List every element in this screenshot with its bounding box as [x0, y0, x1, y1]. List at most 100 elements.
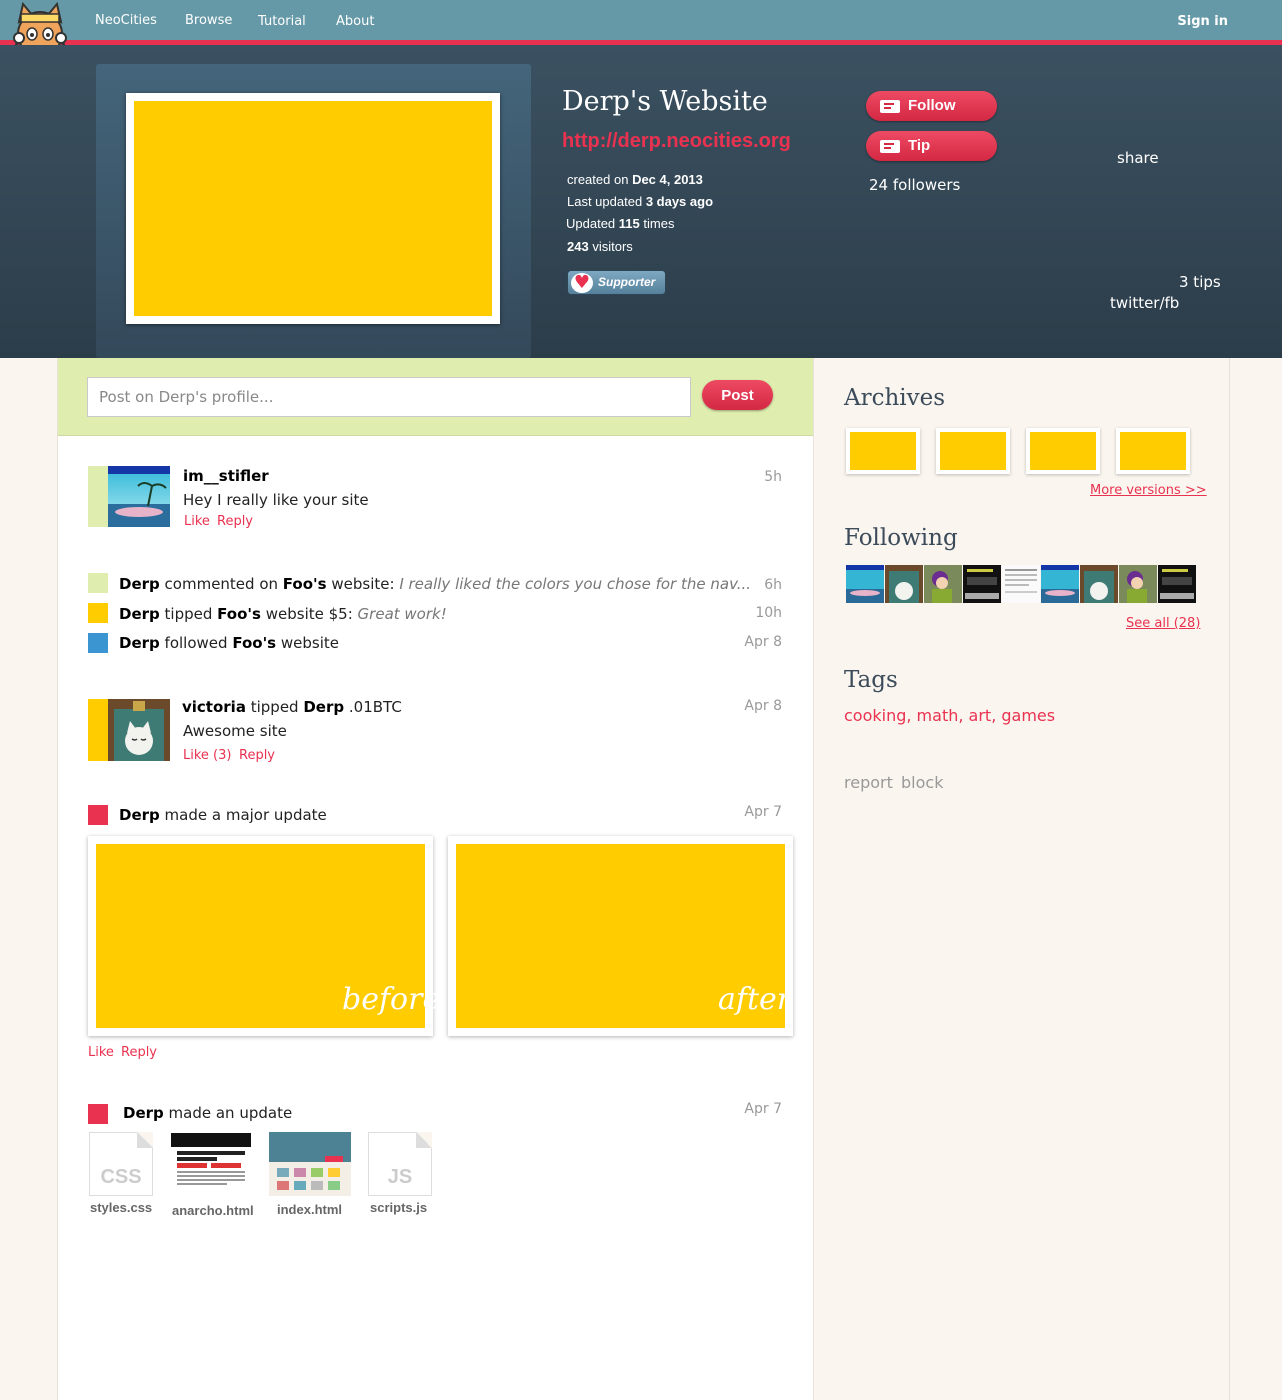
supporter-badge[interactable]: ♥ Supporter: [567, 270, 666, 295]
following-site-thumbnail[interactable]: [963, 565, 1001, 603]
tag-list[interactable]: cooking, math, art, games: [844, 706, 1055, 725]
following-heading: Following: [844, 525, 958, 551]
nav-link-browse[interactable]: Browse: [185, 13, 232, 28]
tips-count: 3 tips: [1179, 273, 1221, 291]
event-target[interactable]: Foo's: [217, 605, 261, 623]
tip-amount: .01BTC: [348, 698, 402, 716]
share-link[interactable]: share: [1117, 149, 1159, 167]
archive-thumbnail[interactable]: [1116, 428, 1190, 474]
file-fold: [416, 1132, 432, 1148]
stat-update-count-suffix: times: [643, 216, 675, 231]
archive-image: [850, 432, 916, 470]
stat-last-updated-label: Last updated: [567, 194, 643, 209]
social-share-links[interactable]: twitter/fb: [1110, 294, 1179, 312]
file-anarcho-html[interactable]: anarcho.html: [171, 1133, 254, 1223]
tip-color-strip: [88, 699, 108, 761]
stat-last-updated-value: 3 days ago: [645, 194, 714, 209]
nav-link-tutorial[interactable]: Tutorial: [258, 14, 306, 29]
stat-created-label: created on: [567, 172, 629, 187]
following-site-thumbnail[interactable]: [885, 565, 923, 603]
archive-thumbnail[interactable]: [846, 428, 920, 474]
update-text: Derp made an update: [123, 1104, 292, 1122]
before-screenshot[interactable]: before: [88, 836, 440, 1036]
tip-actor[interactable]: victoria: [182, 698, 246, 716]
following-site-thumbnail[interactable]: [1041, 565, 1079, 603]
comment-author-name[interactable]: im__stifler: [183, 467, 269, 485]
stat-created-value: Dec 4, 2013: [632, 172, 703, 187]
event-rest: website:: [331, 575, 395, 593]
file-extension: CSS: [100, 1166, 142, 1188]
event-rest: website $5:: [265, 605, 353, 623]
nav-link-about[interactable]: About: [336, 14, 374, 29]
event-update-marker: [88, 1104, 108, 1124]
file-scripts-js[interactable]: JS scripts.js: [368, 1132, 434, 1222]
update-reply-link[interactable]: Reply: [121, 1045, 157, 1060]
user-avatar[interactable]: [108, 466, 170, 527]
comment-text: Hey I really like your site: [183, 491, 369, 509]
update-actor[interactable]: Derp: [123, 1104, 164, 1122]
following-site-thumbnail[interactable]: [1002, 565, 1040, 603]
site-screenshot-image: [134, 101, 492, 316]
following-site-thumbnail[interactable]: [1119, 565, 1157, 603]
post-button[interactable]: Post: [702, 380, 773, 410]
event-tip-marker: [88, 603, 108, 623]
event-actor[interactable]: Derp: [119, 605, 160, 623]
user-avatar[interactable]: [108, 699, 170, 761]
comment-time: 5h: [764, 469, 782, 485]
file-name: anarcho.html: [172, 1203, 254, 1218]
comment-reply-link[interactable]: Reply: [217, 514, 253, 529]
css-file-icon: CSS: [89, 1132, 153, 1196]
tip-target[interactable]: Derp: [303, 698, 344, 716]
nav-link-neocities[interactable]: NeoCities: [95, 13, 157, 28]
comment-author[interactable]: im__stifler: [183, 467, 269, 485]
event-actor[interactable]: Derp: [119, 634, 160, 652]
tip-time: Apr 8: [744, 698, 782, 714]
event-actor[interactable]: Derp: [119, 575, 160, 593]
update-actor[interactable]: Derp: [119, 806, 160, 824]
follow-icon: [880, 100, 900, 113]
following-site-thumbnail[interactable]: [924, 565, 962, 603]
file-name: index.html: [277, 1202, 343, 1217]
report-link[interactable]: report: [844, 773, 893, 792]
follow-button[interactable]: Follow: [866, 91, 997, 121]
event-target[interactable]: Foo's: [232, 634, 276, 652]
following-site-thumbnail[interactable]: [1080, 565, 1118, 603]
html-file-thumbnail: [171, 1133, 251, 1196]
profile-post-input[interactable]: [87, 377, 691, 417]
tip-event-text: victoria tipped Derp .01BTC: [182, 698, 402, 716]
file-index-html[interactable]: index.html: [269, 1132, 351, 1222]
site-screenshot[interactable]: [126, 93, 500, 324]
file-styles-css[interactable]: CSS styles.css: [89, 1132, 155, 1222]
stat-update-count-label: Updated: [566, 216, 616, 231]
following-site-thumbnail[interactable]: [1158, 565, 1196, 603]
stat-update-count: Updated 115 times: [566, 216, 674, 231]
archive-thumbnail[interactable]: [936, 428, 1010, 474]
more-versions-link[interactable]: More versions >>: [1090, 483, 1207, 498]
stat-visitors: 243 visitors: [567, 239, 633, 254]
comment-like-link[interactable]: Like: [184, 514, 210, 529]
block-link[interactable]: block: [901, 773, 943, 792]
file-name: scripts.js: [370, 1200, 428, 1215]
after-screenshot[interactable]: after: [448, 836, 793, 1036]
tip-like-link[interactable]: Like (3): [183, 748, 231, 763]
js-file-icon: JS: [368, 1132, 432, 1196]
site-title: Derp's Website: [562, 86, 768, 117]
event-comment-text: Derp commented on Foo's website: I reall…: [119, 575, 751, 593]
update-description: made a major update: [164, 806, 327, 824]
major-update-text: Derp made a major update: [119, 806, 327, 824]
event-quote: Great work!: [357, 605, 447, 623]
followers-count[interactable]: 24 followers: [869, 176, 960, 194]
archive-image: [1120, 432, 1186, 470]
archive-thumbnail[interactable]: [1026, 428, 1100, 474]
comment-color-strip: [88, 466, 108, 527]
following-site-thumbnail[interactable]: [846, 565, 884, 603]
file-fold: [137, 1132, 153, 1148]
site-url-link[interactable]: http://derp.neocities.org: [562, 130, 791, 153]
sign-in-link[interactable]: Sign in: [1177, 14, 1228, 29]
update-like-link[interactable]: Like: [88, 1045, 114, 1060]
tip-reply-link[interactable]: Reply: [239, 748, 275, 763]
tip-button[interactable]: Tip: [866, 131, 997, 161]
event-follow-text: Derp followed Foo's website: [119, 634, 339, 652]
see-all-following-link[interactable]: See all (28): [1126, 616, 1200, 631]
event-target[interactable]: Foo's: [283, 575, 327, 593]
